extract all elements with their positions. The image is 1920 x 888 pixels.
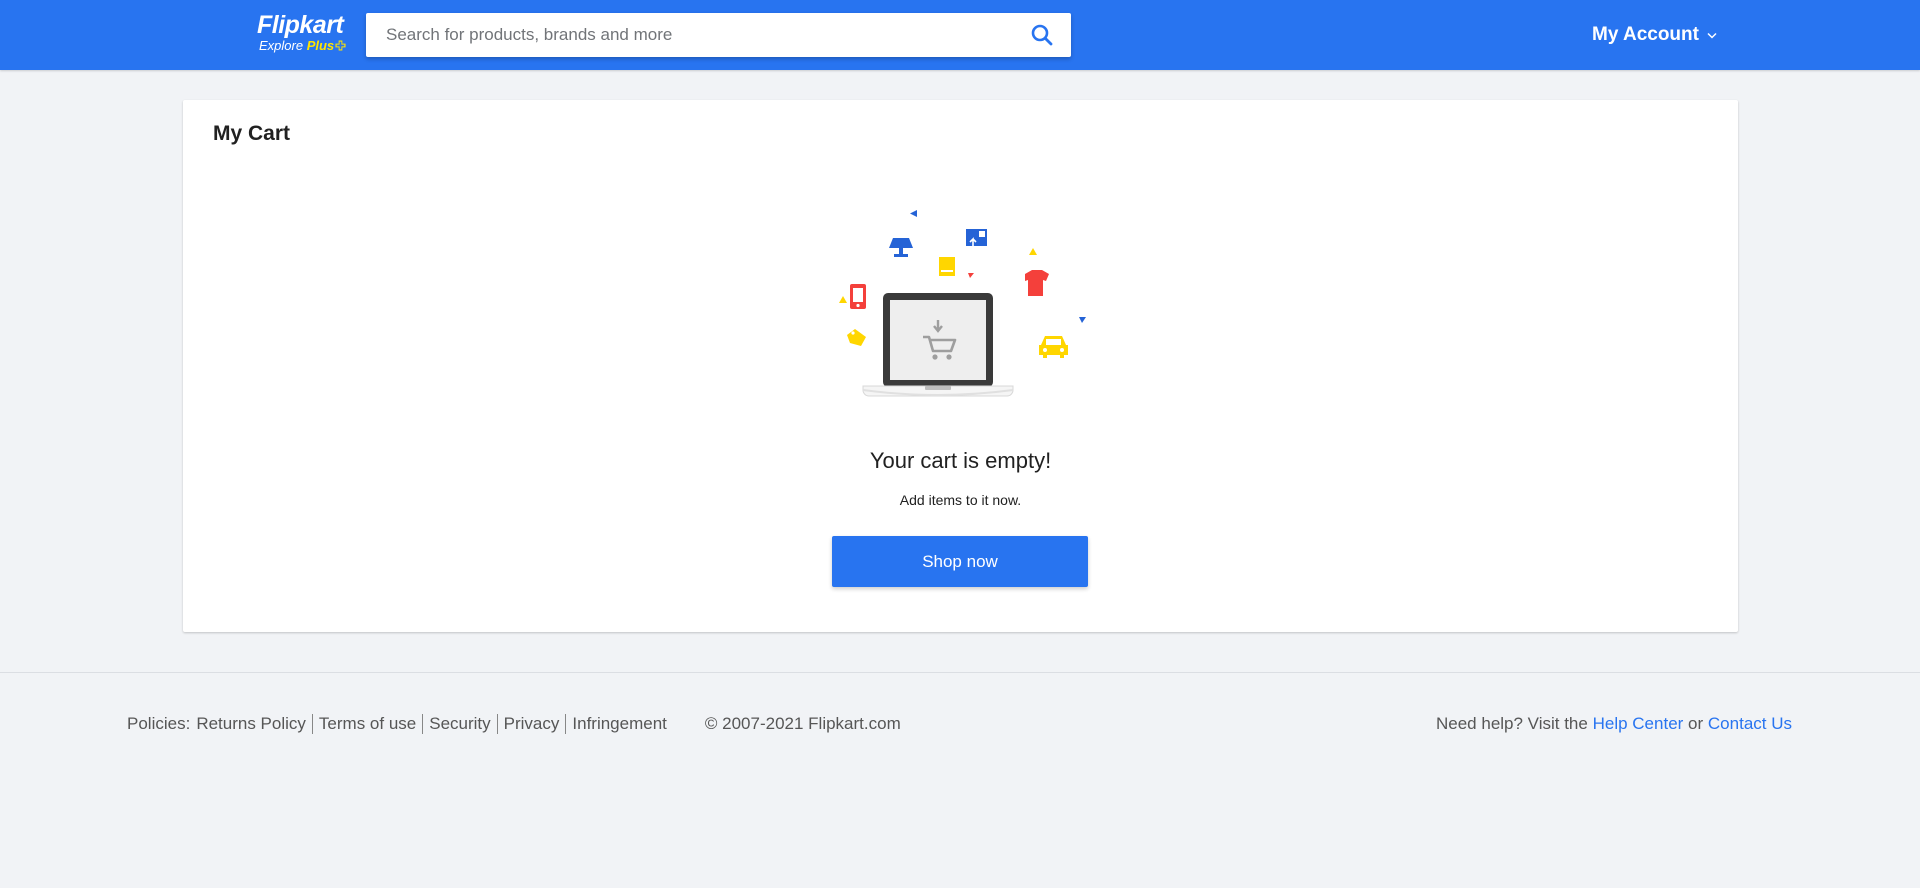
footer-policies: Policies: Returns Policy Terms of use Se… [127, 713, 901, 735]
empty-cart-illustration [839, 210, 1086, 397]
confetti-triangle-blue-right [1079, 317, 1086, 323]
shop-now-button[interactable]: Shop now [832, 536, 1088, 587]
returns-policy-link[interactable]: Returns Policy [196, 714, 312, 734]
mobile-phone-icon [850, 284, 866, 309]
search-bar [366, 13, 1071, 57]
infringement-link[interactable]: Infringement [565, 714, 673, 734]
search-icon [1031, 24, 1053, 46]
footer-help: Need help? Visit the Help Center or Cont… [1436, 713, 1792, 735]
search-input[interactable] [366, 13, 1016, 57]
my-account-label: My Account [1592, 24, 1699, 45]
logo-explore-text: Explore [259, 38, 304, 53]
confetti-triangle-yellow-right [1029, 248, 1037, 255]
contact-us-link[interactable]: Contact Us [1708, 714, 1792, 734]
confetti-triangle-red-center [968, 273, 974, 278]
plus-badge-icon [335, 40, 346, 51]
page-title: My Cart [213, 122, 291, 145]
book-icon [939, 257, 955, 276]
help-or-text: or [1688, 714, 1704, 733]
copyright-text: © 2007-2021 Flipkart.com [704, 714, 901, 733]
logo-wordmark: Flipkart [257, 11, 344, 39]
privacy-link[interactable]: Privacy [496, 714, 566, 734]
confetti-triangle-blue-top [910, 210, 917, 217]
my-account-menu[interactable]: My Account [1592, 22, 1717, 48]
price-tag-icon [847, 329, 866, 346]
lamp-icon [889, 238, 913, 257]
cart-panel: My Cart Your cart is empty! Add items to… [183, 100, 1738, 632]
picture-frame-icon [966, 229, 987, 246]
car-icon [1039, 336, 1068, 358]
laptop-icon [862, 293, 1014, 397]
confetti-triangle-yellow-left [839, 296, 847, 303]
footer-divider [0, 672, 1920, 673]
security-link[interactable]: Security [422, 714, 496, 734]
empty-cart-subtext: Add items to it now. [899, 492, 1022, 508]
terms-of-use-link[interactable]: Terms of use [311, 714, 422, 734]
flipkart-logo[interactable]: Flipkart Explore Plus [257, 12, 353, 56]
logo-plus-text: Plus [306, 38, 335, 53]
tshirt-icon [1025, 270, 1049, 296]
help-center-link[interactable]: Help Center [1593, 714, 1684, 734]
top-header: Flipkart Explore Plus My Account [0, 0, 1920, 70]
search-button[interactable] [1013, 13, 1071, 57]
chevron-down-icon [1707, 32, 1717, 39]
empty-cart-heading: Your cart is empty! [869, 448, 1052, 473]
help-prefix-text: Need help? Visit the [1436, 714, 1588, 733]
logo-tagline: Explore Plus [257, 38, 353, 54]
policies-label: Policies: [127, 714, 191, 733]
